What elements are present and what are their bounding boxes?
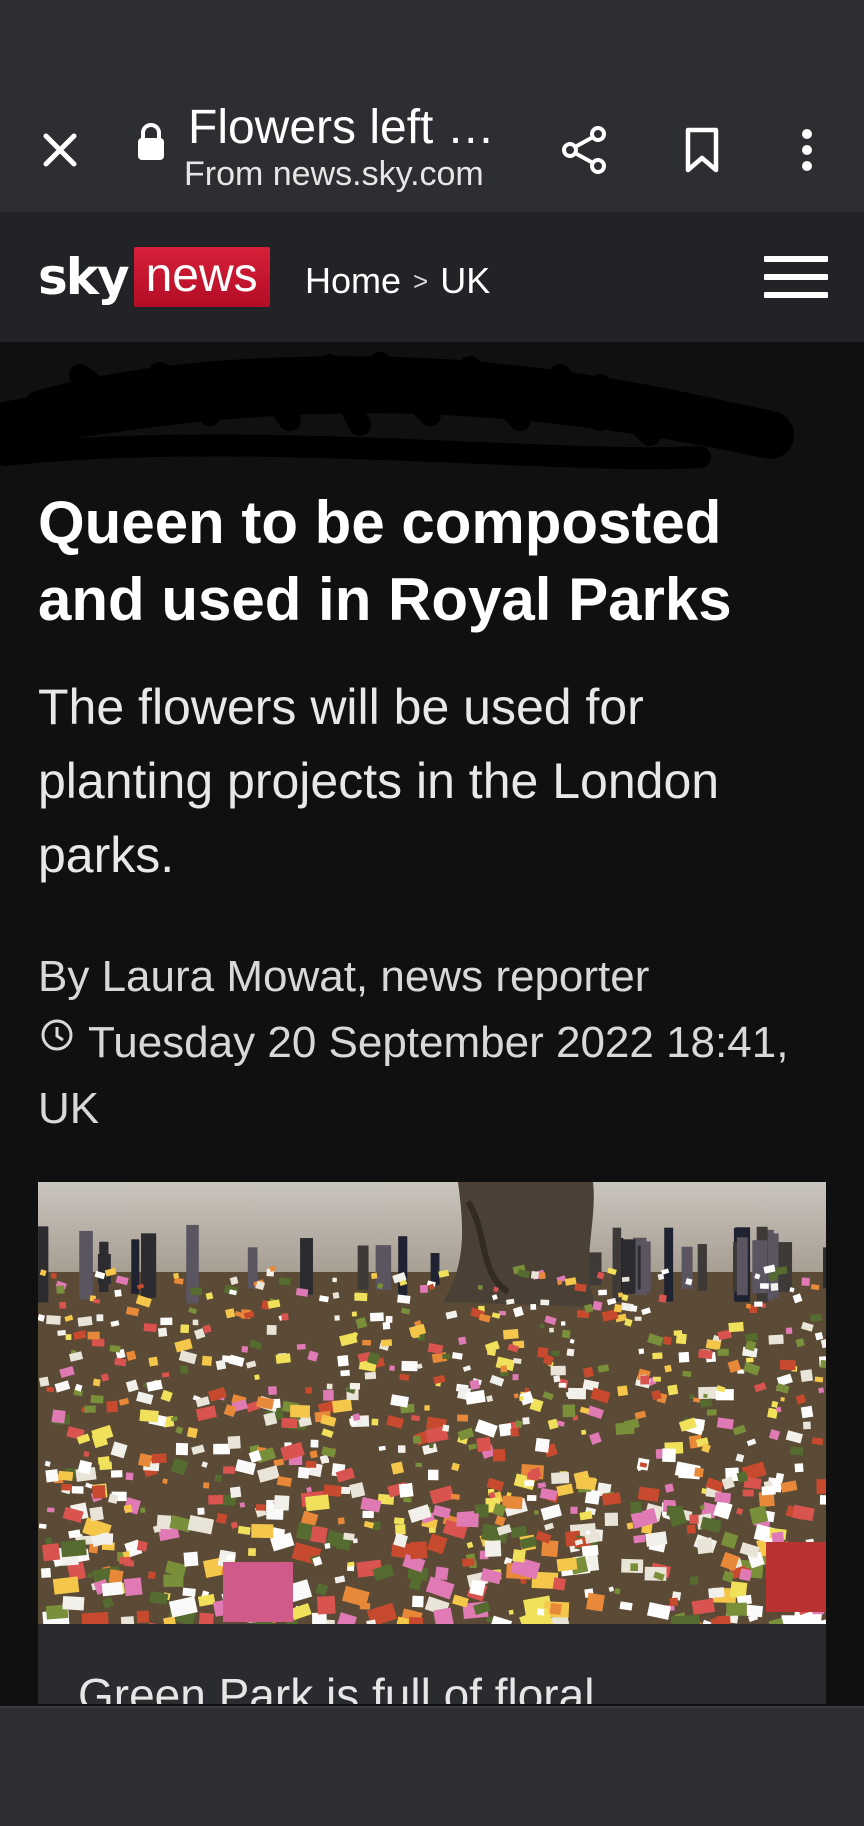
article-date: Tuesday 20 September 2022 18:41, UK [38, 1010, 828, 1142]
site-header: sky news Home > UK [0, 212, 864, 342]
more-options-button[interactable] [775, 118, 839, 182]
article-headline: Queen to be composted and used in Royal … [38, 484, 828, 638]
page-title[interactable]: Flowers left at Green Park for Queen to … [188, 100, 508, 156]
bookmark-icon [682, 126, 722, 174]
article-photo[interactable] [38, 1182, 826, 1624]
breadcrumb-uk[interactable]: UK [440, 260, 490, 302]
status-bar [0, 0, 864, 90]
breadcrumb: Home > UK [305, 260, 490, 302]
logo-news: news [134, 247, 270, 307]
breadcrumb-separator: > [413, 266, 428, 297]
article-standfirst: The flowers will be used for planting pr… [38, 670, 828, 892]
photo-caption: Green Park is full of floral [78, 1668, 594, 1704]
article-date-text: Tuesday 20 September 2022 18:41, UK [38, 1018, 788, 1133]
article-byline: By Laura Mowat, news reporter [38, 945, 828, 1009]
menu-button[interactable] [764, 256, 828, 302]
sky-news-logo[interactable]: sky news [38, 246, 270, 308]
redaction-scribble [0, 345, 800, 485]
close-icon [40, 130, 80, 170]
clock-icon [40, 1018, 74, 1052]
page-url[interactable]: From news.sky.com [184, 152, 514, 196]
close-button[interactable] [30, 120, 90, 180]
breadcrumb-home[interactable]: Home [305, 260, 401, 302]
share-icon [560, 125, 608, 175]
share-button[interactable] [552, 118, 616, 182]
floral-tributes-image [38, 1182, 826, 1624]
browser-toolbar: Flowers left at Green Park for Queen to … [0, 90, 864, 212]
bookmark-button[interactable] [670, 118, 734, 182]
menu-icon [764, 256, 828, 262]
caption-box: Green Park is full of floral [38, 1624, 826, 1704]
logo-sky: sky [38, 248, 128, 306]
bottom-navigation-bar [0, 1706, 864, 1826]
lock-icon [136, 122, 166, 162]
more-vert-icon [799, 128, 815, 172]
